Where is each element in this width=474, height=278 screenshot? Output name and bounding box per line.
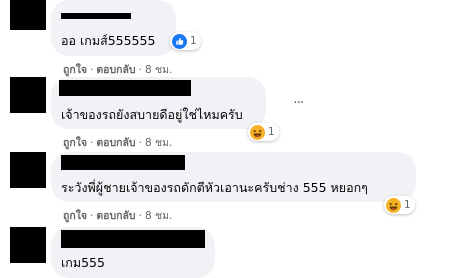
avatar[interactable] <box>10 227 46 263</box>
avatar[interactable] <box>10 152 46 188</box>
separator: · <box>90 137 94 149</box>
reply-link[interactable]: ตอบกลับ <box>96 210 135 222</box>
comment-actions: ถูกใจ · ตอบกลับ · 8 ชม. <box>63 207 172 224</box>
comment-text: ระวังพี่ผู้ชายเจ้าของรถดักตีหัวเอานะครับ… <box>61 180 368 195</box>
avatar[interactable] <box>10 0 46 30</box>
reaction-count: 1 <box>268 126 275 138</box>
separator: · <box>90 210 94 222</box>
like-link[interactable]: ถูกใจ <box>63 64 87 76</box>
separator: · <box>138 137 142 149</box>
like-link[interactable]: ถูกใจ <box>63 210 87 222</box>
separator: · <box>138 64 142 76</box>
comment-text: ออ เกมส์555555 <box>61 33 156 48</box>
commenter-name-redacted[interactable] <box>61 230 205 248</box>
comment-text: เกม555 <box>61 255 105 270</box>
like-link[interactable]: ถูกใจ <box>63 137 87 149</box>
reaction-count: 1 <box>404 199 411 211</box>
reaction-count: 1 <box>190 35 197 47</box>
more-options-button[interactable]: ··· <box>293 95 304 111</box>
timestamp[interactable]: 8 ชม. <box>145 137 172 149</box>
reaction-summary[interactable]: 1 <box>384 196 415 214</box>
comment-actions: ถูกใจ · ตอบกลับ · 8 ชม. <box>63 134 172 151</box>
separator: · <box>90 64 94 76</box>
avatar[interactable] <box>10 77 46 113</box>
haha-icon <box>386 197 401 213</box>
commenter-name-redacted[interactable] <box>61 13 131 19</box>
reaction-summary[interactable]: 1 <box>248 123 279 141</box>
reply-link[interactable]: ตอบกลับ <box>96 64 135 76</box>
comment-text: เจ้าของรถยังสบายดีอยู่ใช่ไหมครับ <box>61 107 243 122</box>
haha-icon <box>250 124 265 140</box>
comment-actions: ถูกใจ · ตอบกลับ · 8 ชม. <box>63 61 172 78</box>
reaction-summary[interactable]: 1 <box>170 32 201 50</box>
like-icon <box>172 33 187 49</box>
timestamp[interactable]: 8 ชม. <box>145 64 172 76</box>
reply-link[interactable]: ตอบกลับ <box>96 137 135 149</box>
commenter-name-redacted[interactable] <box>59 80 191 96</box>
commenter-name-redacted[interactable] <box>61 155 185 170</box>
timestamp[interactable]: 8 ชม. <box>145 210 172 222</box>
separator: · <box>138 210 142 222</box>
